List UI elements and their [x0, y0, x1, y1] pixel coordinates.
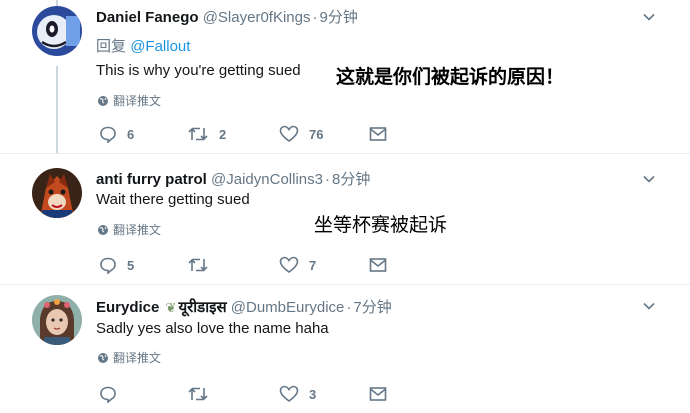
reply-count: 6 — [127, 126, 135, 142]
reply-count: 5 — [127, 257, 135, 273]
translation-annotation: 这就是你们被起诉的原因！ — [336, 66, 565, 88]
direct-message-button[interactable] — [369, 124, 387, 144]
retweet-icon — [188, 258, 208, 272]
translate-link[interactable]: 翻译推文 — [97, 349, 161, 366]
heart-icon — [279, 256, 299, 273]
like-count: 7 — [309, 257, 317, 273]
tweet-text: Sadly yes also love the name haha — [96, 320, 329, 337]
tweet-actions: 3 — [99, 384, 399, 404]
tweet[interactable]: Eurydice ❦ यूरीडाइस @DumbEurydice · 7分钟 Sad… — [0, 284, 690, 413]
heart-icon — [279, 385, 299, 402]
reply-context: 回复 @Fallout — [96, 35, 190, 56]
tweet-header: Daniel Fanego @Slayer0fKings · 9分钟 — [96, 6, 358, 27]
direct-message-button[interactable] — [369, 255, 387, 275]
avatar[interactable] — [32, 168, 82, 218]
translate-label: 翻译推文 — [113, 94, 162, 108]
like-button[interactable]: 76 — [279, 124, 323, 144]
tweet-actions: 6 2 76 — [99, 124, 399, 144]
translate-label: 翻译推文 — [113, 223, 162, 237]
retweet-icon — [188, 387, 208, 401]
chevron-down-icon[interactable] — [642, 299, 656, 313]
sprout-icon: ❦ — [165, 300, 177, 315]
retweet-button[interactable]: 2 — [187, 124, 226, 144]
display-name[interactable]: anti furry patrol — [96, 171, 207, 188]
direct-message-button[interactable] — [369, 384, 387, 404]
user-handle[interactable]: @DumbEurydice — [231, 299, 345, 316]
reply-button[interactable]: 5 — [99, 255, 134, 275]
envelope-icon — [369, 127, 387, 141]
retweet-icon — [188, 127, 208, 141]
timestamp[interactable]: 7分钟 — [353, 299, 391, 316]
avatar[interactable] — [32, 6, 82, 56]
like-button[interactable]: 3 — [279, 384, 316, 404]
separator-dot: · — [346, 299, 352, 316]
reply-icon — [100, 126, 116, 143]
tweet-header: Eurydice ❦ यूरीडाइस @DumbEurydice · 7分钟 — [96, 296, 392, 317]
tweet-header: anti furry patrol @JaidynCollins3 · 8分钟 — [96, 168, 370, 189]
display-name[interactable]: Daniel Fanego — [96, 9, 199, 26]
retweet-count: 2 — [219, 126, 227, 142]
chevron-down-icon[interactable] — [642, 172, 656, 186]
reply-mention-link[interactable]: @Fallout — [130, 38, 190, 55]
globe-icon — [98, 224, 108, 235]
reply-prefix: 回复 — [96, 38, 127, 55]
translate-label: 翻译推文 — [113, 351, 162, 365]
display-name-extra: यूरीडाइस — [178, 299, 227, 316]
like-count: 76 — [309, 126, 324, 142]
like-button[interactable]: 7 — [279, 255, 316, 275]
tweet-actions: 5 7 — [99, 255, 399, 275]
reply-icon — [100, 257, 116, 274]
globe-icon — [98, 352, 108, 363]
envelope-icon — [369, 258, 387, 272]
timestamp[interactable]: 9分钟 — [319, 9, 357, 26]
translate-link[interactable]: 翻译推文 — [97, 92, 161, 109]
translation-annotation: 坐等杯赛被起诉 — [314, 214, 448, 236]
timestamp[interactable]: 8分钟 — [332, 171, 370, 188]
chevron-down-icon[interactable] — [642, 10, 656, 24]
display-name[interactable]: Eurydice — [96, 299, 159, 316]
separator-dot: · — [312, 9, 318, 26]
retweet-button[interactable] — [187, 384, 219, 404]
reply-icon — [100, 386, 116, 403]
tweet-text: This is why you're getting sued — [96, 62, 301, 79]
translate-link[interactable]: 翻译推文 — [97, 221, 161, 238]
heart-icon — [279, 125, 299, 142]
reply-button[interactable]: 6 — [99, 124, 134, 144]
envelope-icon — [369, 387, 387, 401]
avatar[interactable] — [32, 295, 82, 345]
like-count: 3 — [309, 386, 317, 402]
user-handle[interactable]: @Slayer0fKings — [203, 9, 311, 26]
tweet-text: Wait there getting sued — [96, 191, 250, 208]
globe-icon — [98, 95, 108, 106]
retweet-button[interactable] — [187, 255, 219, 275]
separator-dot: · — [324, 171, 330, 188]
thread-line — [56, 66, 58, 153]
reply-button[interactable] — [99, 384, 127, 404]
user-handle[interactable]: @JaidynCollins3 — [211, 171, 323, 188]
